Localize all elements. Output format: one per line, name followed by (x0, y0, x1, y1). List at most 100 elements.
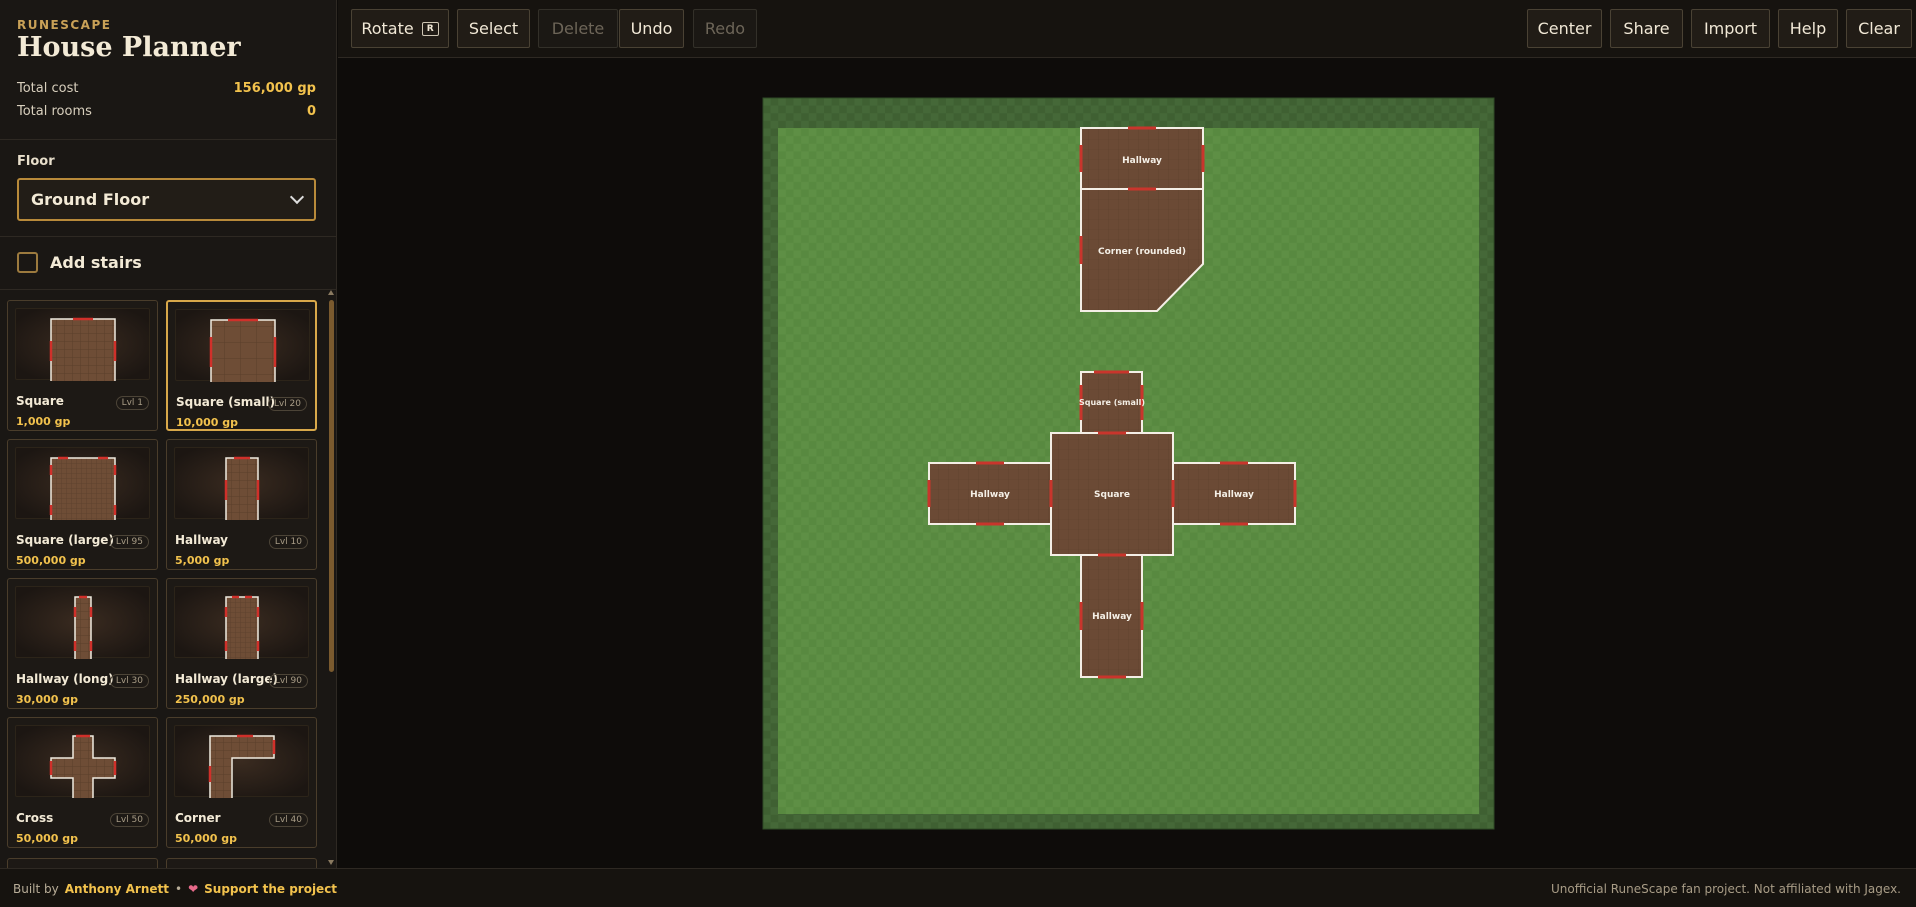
placed-room-square[interactable]: Square (1049, 431, 1175, 557)
placed-room-square-small[interactable]: Square (small) (1079, 370, 1145, 435)
total-rooms-value: 0 (306, 104, 316, 119)
room-card-hallway[interactable]: Hallway Lvl 10 5,000 gp (166, 439, 317, 570)
room-card-cost: 50,000 gp (175, 832, 238, 845)
divider (0, 289, 337, 290)
room-thumbnail (174, 586, 309, 659)
scrollbar-thumb[interactable] (329, 300, 334, 672)
room-card-name: Square (small) (176, 395, 276, 409)
undo-button[interactable]: Undo (619, 9, 684, 48)
import-button[interactable]: Import (1691, 9, 1770, 48)
square-room-icon (49, 317, 117, 381)
room-card-hallway-long[interactable]: Hallway (long) Lvl 30 30,000 gp (7, 578, 158, 709)
placed-room-label: Square (1094, 490, 1130, 500)
square-large-room-icon (49, 456, 117, 520)
rotate-shortcut-key: R (421, 21, 439, 36)
hallway-large-room-icon (224, 595, 260, 659)
room-card-partial[interactable] (7, 858, 158, 868)
room-card-level: Lvl 1 (115, 396, 149, 410)
room-thumbnail (15, 725, 150, 798)
placed-room-label: Square (small) (1079, 398, 1145, 407)
room-card-level: Lvl 90 (268, 674, 308, 688)
placed-room-hallway-right[interactable]: Hallway (1171, 461, 1297, 526)
total-cost-row: Total cost 156,000 gp (17, 81, 316, 96)
placed-room-label: Hallway (1122, 156, 1162, 166)
help-button[interactable]: Help (1778, 9, 1838, 48)
total-rooms-row: Total rooms 0 (17, 104, 316, 119)
room-thumbnail (174, 725, 309, 798)
center-button[interactable]: Center (1527, 9, 1602, 48)
total-rooms-label: Total rooms (17, 104, 92, 119)
planner-canvas[interactable]: Hallway Corner (rounded) Square (small) … (338, 59, 1916, 868)
author-link[interactable]: Anthony Arnett (65, 882, 169, 896)
footer-separator: • (175, 882, 183, 896)
add-stairs-label: Add stairs (50, 253, 142, 272)
support-link[interactable]: Support the project (204, 882, 337, 896)
planner-grid[interactable]: Hallway Corner (rounded) Square (small) … (338, 59, 1916, 868)
add-stairs-checkbox[interactable] (17, 252, 38, 273)
placed-room-hallway-left[interactable]: Hallway (927, 461, 1053, 526)
room-card-cost: 30,000 gp (16, 693, 79, 706)
room-card-name: Hallway (large) (175, 672, 279, 686)
room-card-cost: 50,000 gp (16, 832, 79, 845)
room-card-cost: 5,000 gp (175, 554, 230, 567)
hallway-room-icon (224, 456, 260, 520)
hallway-long-room-icon (73, 595, 93, 659)
room-thumbnail (175, 309, 310, 382)
placed-room-hallway-top[interactable]: Hallway (1079, 126, 1205, 191)
room-card-level: Lvl 95 (109, 535, 149, 549)
room-card-hallway-large[interactable]: Hallway (large) Lvl 90 250,000 gp (166, 578, 317, 709)
corner-room-icon (208, 734, 276, 798)
chevron-down-icon (289, 189, 305, 205)
room-card-square-large[interactable]: Square (large) Lvl 95 500,000 gp (7, 439, 158, 570)
room-thumbnail (15, 586, 150, 659)
room-thumbnail (174, 447, 309, 520)
placed-room-hallway-bottom[interactable]: Hallway (1079, 553, 1144, 679)
placed-room-label: Corner (rounded) (1098, 247, 1186, 257)
room-card-name: Square (large) (16, 533, 114, 547)
room-card-name: Hallway (175, 533, 229, 547)
total-cost-value: 156,000 gp (233, 81, 316, 96)
room-card-cross[interactable]: Cross Lvl 50 50,000 gp (7, 717, 158, 848)
toolbar: Rotate R Select Delete Undo Redo Center … (338, 0, 1916, 58)
placed-room-label: Hallway (970, 490, 1010, 500)
room-thumbnail (15, 447, 150, 520)
room-card-level: Lvl 50 (109, 813, 149, 827)
square-small-room-icon (209, 318, 277, 382)
room-card-name: Hallway (long) (16, 672, 114, 686)
page-title: House Planner (17, 32, 241, 63)
placed-room-label: Hallway (1092, 612, 1132, 622)
room-list: Square Lvl 1 1,000 gp Square (small) Lvl… (0, 292, 337, 868)
room-card-level: Lvl 40 (268, 813, 308, 827)
room-card-level: Lvl 10 (268, 535, 308, 549)
heart-icon: ❤ (188, 882, 199, 896)
floor-label: Floor (17, 154, 55, 169)
room-card-square[interactable]: Square Lvl 1 1,000 gp (7, 300, 158, 431)
room-card-level: Lvl 30 (109, 674, 149, 688)
redo-button[interactable]: Redo (693, 9, 757, 48)
room-card-partial[interactable] (166, 858, 317, 868)
placed-room-label: Hallway (1214, 490, 1254, 500)
floor-select[interactable]: Ground Floor (17, 178, 316, 221)
total-cost-label: Total cost (17, 81, 79, 96)
share-button[interactable]: Share (1610, 9, 1683, 48)
room-card-cost: 10,000 gp (176, 416, 239, 429)
brand-label: RUNESCAPE (17, 18, 112, 32)
delete-button[interactable]: Delete (538, 9, 618, 48)
built-by-label: Built by (13, 882, 59, 896)
rotate-label: Rotate (361, 19, 414, 38)
scroll-down-arrow-icon[interactable] (328, 860, 334, 865)
room-card-square-small[interactable]: Square (small) Lvl 20 10,000 gp (166, 300, 317, 431)
disclaimer: Unofficial RuneScape fan project. Not af… (1550, 882, 1901, 896)
room-card-cost: 1,000 gp (16, 415, 71, 428)
select-button[interactable]: Select (457, 9, 530, 48)
room-card-level: Lvl 20 (267, 397, 307, 411)
app: RUNESCAPE House Planner Total cost 156,0… (0, 0, 1916, 907)
scroll-up-arrow-icon[interactable] (328, 290, 334, 295)
clear-button[interactable]: Clear (1846, 9, 1912, 48)
room-card-cost: 250,000 gp (175, 693, 245, 706)
room-card-corner[interactable]: Corner Lvl 40 50,000 gp (166, 717, 317, 848)
room-card-name: Corner (175, 811, 221, 825)
room-card-name: Square (16, 394, 64, 408)
rotate-button[interactable]: Rotate R (351, 9, 449, 48)
add-stairs-toggle[interactable]: Add stairs (17, 252, 142, 273)
